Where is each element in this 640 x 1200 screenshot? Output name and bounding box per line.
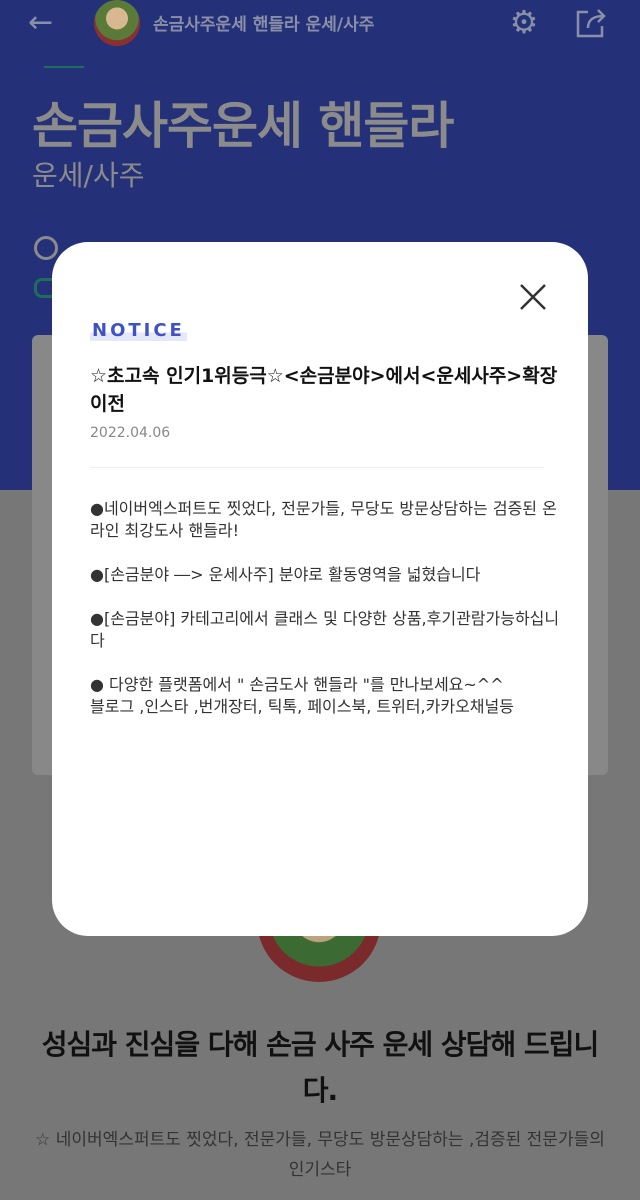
notice-paragraph: ●[손금분야] 카테고리에서 클래스 및 다양한 상품,후기관람가능하십니다 [90, 609, 560, 650]
avatar [94, 0, 140, 46]
category-label: 운세/사주 [32, 159, 145, 192]
description: ☆ 네이버엑스퍼트도 찟었다, 전문가들, 무당도 방문상담하는 ,검증된 전문… [35, 1130, 605, 1180]
notice-label: NOTICE [90, 320, 187, 341]
top-bar: ← 손금사주운세 핸들라 운세/사주 ⚙ [0, 0, 640, 48]
arrow-left-icon[interactable]: ← [28, 8, 62, 38]
notice-title: ☆초고속 인기1위등극☆<손금분야>에서<운세사주>확장이전 [90, 365, 558, 415]
notice-paragraph: ● 다양한 플랫폼에서 " 손금도사 핸들라 "를 만나보세요~^^ 블로그 ,… [90, 675, 514, 716]
notice-date: 2022.04.06 [90, 425, 171, 441]
page-title: 손금사주운세 핸들라 [32, 97, 454, 155]
notice-paragraph: ●네이버엑스퍼트도 찟었다, 전문가들, 무당도 방문상담하는 검증된 온라인 … [90, 499, 557, 540]
divider [90, 467, 544, 468]
notice-modal: NOTICE ☆초고속 인기1위등극☆<손금분야>에서<운세사주>확장이전 20… [52, 242, 588, 936]
clock-icon [34, 236, 58, 260]
headline: 성심과 진심을 다해 손금 사주 운세 상담해 드립니다. [41, 1028, 599, 1107]
notice-body: ●네이버엑스퍼트도 찟었다, 전문가들, 무당도 방문상담하는 검증된 온라인 … [90, 498, 560, 740]
notice-paragraph: ●[손금분야 ―> 운세사주] 분야로 활동영역을 넓혔습니다 [90, 565, 481, 584]
gear-icon[interactable]: ⚙ [506, 4, 542, 40]
share-icon[interactable] [574, 6, 608, 40]
top-bar-title: 손금사주운세 핸들라 운세/사주 [153, 15, 375, 35]
accent-line [44, 66, 84, 68]
close-icon[interactable] [516, 280, 550, 314]
